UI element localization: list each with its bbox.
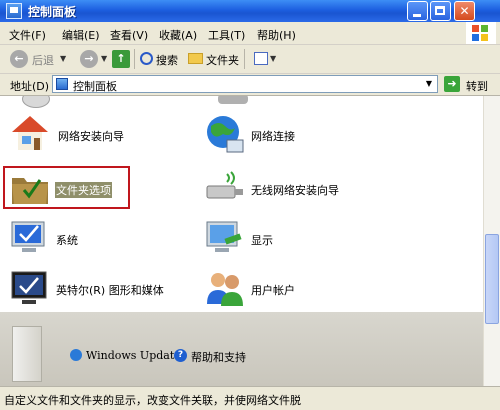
folders-icon[interactable] [188, 53, 203, 64]
menu-file[interactable]: 文件(F) [9, 27, 46, 43]
scrollbar-thumb[interactable] [485, 234, 499, 324]
toolbar-separator [244, 49, 245, 69]
back-dropdown-icon[interactable]: ▼ [60, 54, 66, 63]
menu-edit[interactable]: 编辑(E) [62, 27, 100, 43]
item-network-setup[interactable]: 网络安装向导 [10, 114, 180, 156]
item-label: 用户帐户 [251, 284, 295, 297]
item-label: 英特尔(R) 图形和媒体 [56, 284, 164, 297]
network-setup-house-icon [12, 116, 48, 150]
item-network-connections[interactable]: 网络连接 [205, 114, 375, 156]
panel-illustration-icon [12, 326, 42, 382]
menu-favorites[interactable]: 收藏(A) [159, 27, 197, 43]
item-intel-graphics[interactable]: 英特尔(R) 图形和媒体 [10, 268, 180, 310]
back-arrow-icon[interactable]: ← [10, 50, 28, 68]
forward-dropdown-icon[interactable]: ▼ [101, 54, 107, 63]
address-dropdown-icon[interactable]: ▼ [422, 77, 436, 91]
help-support-link[interactable]: 帮助和支持 [191, 349, 246, 365]
item-display[interactable]: 显示 [205, 218, 335, 260]
go-arrow-icon[interactable]: ➜ [444, 76, 460, 92]
status-bar: 自定义文件和文件夹的显示，改变文件关联，并使网络文件脱 [0, 386, 500, 410]
windows-update-link[interactable]: Windows Update [86, 349, 181, 362]
minimize-button[interactable] [407, 1, 428, 21]
toolbar: ← 后退 ▼ → ▼ ↑ 搜索 文件夹 ▼ [0, 45, 500, 74]
windows-logo-icon [466, 22, 496, 44]
maximize-button[interactable] [430, 1, 451, 21]
address-bar: 地址(D) 控制面板 ▼ ➜ 转到 [0, 74, 500, 96]
status-text: 自定义文件和文件夹的显示，改变文件关联，并使网络文件脱 [4, 394, 301, 407]
address-field[interactable]: 控制面板 ▼ [52, 75, 438, 93]
item-wireless-setup[interactable]: 无线网络安装向导 [205, 168, 375, 210]
item-label: 显示 [251, 234, 273, 247]
title-bar[interactable]: 控制面板 ✕ [0, 0, 500, 22]
folders-button[interactable]: 文件夹 [206, 52, 239, 68]
item-label: 网络连接 [251, 130, 295, 143]
wireless-usb-icon [206, 171, 243, 199]
close-button[interactable]: ✕ [454, 1, 475, 21]
item-label: 系统 [56, 234, 78, 247]
control-panel-icon [56, 78, 68, 90]
search-icon[interactable] [140, 52, 153, 65]
intel-graphics-icon [11, 271, 47, 304]
windows-update-icon [70, 349, 82, 361]
toolbar-separator [134, 49, 135, 69]
control-panel-icon [6, 3, 22, 19]
item-label: 无线网络安装向导 [251, 184, 339, 197]
network-globe-icon [207, 116, 244, 153]
views-dropdown-icon[interactable]: ▼ [270, 54, 276, 63]
window-title: 控制面板 [28, 5, 77, 19]
display-monitor-icon [206, 221, 242, 252]
cable-icon [218, 96, 248, 104]
menu-help[interactable]: 帮助(H) [257, 27, 296, 43]
cd-drive-icon [22, 96, 50, 108]
help-icon: ? [174, 349, 187, 362]
system-monitor-icon [11, 221, 45, 252]
address-label: 地址(D) [10, 80, 50, 93]
vertical-scrollbar[interactable] [483, 96, 500, 386]
menu-tools[interactable]: 工具(T) [208, 27, 245, 43]
go-button[interactable]: 转到 [466, 78, 488, 94]
views-icon[interactable] [254, 52, 268, 65]
user-accounts-icon [207, 273, 243, 306]
search-button[interactable]: 搜索 [156, 52, 178, 68]
item-system[interactable]: 系统 [10, 218, 140, 260]
menu-view[interactable]: 查看(V) [110, 27, 148, 43]
up-folder-icon[interactable]: ↑ [112, 50, 130, 68]
address-value[interactable]: 控制面板 [73, 78, 117, 94]
back-button-label[interactable]: 后退 [32, 52, 54, 68]
item-label: 网络安装向导 [58, 130, 124, 143]
item-user-accounts[interactable]: 用户帐户 [205, 268, 335, 310]
selection-highlight [3, 166, 130, 209]
menu-bar: 文件(F) 编辑(E) 查看(V) 收藏(A) 工具(T) 帮助(H) [0, 22, 500, 45]
forward-arrow-icon[interactable]: → [80, 50, 98, 68]
